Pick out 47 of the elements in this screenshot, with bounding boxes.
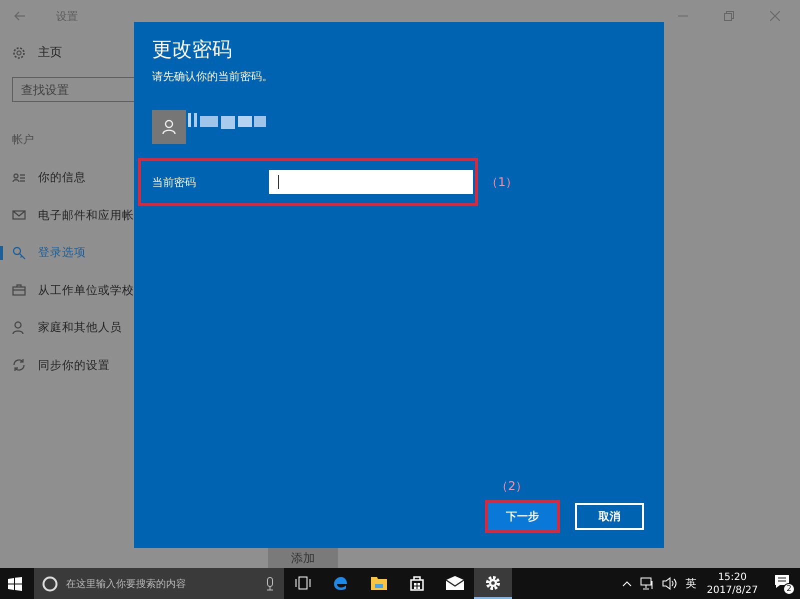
search-placeholder: 在这里输入你要搜索的内容 [66,578,187,590]
sync-icon [12,358,26,372]
section-heading: 帐户 [12,132,35,147]
cancel-button[interactable]: 取消 [575,503,644,530]
key-icon [12,246,26,260]
task-view-icon [295,576,311,590]
notification-count: 2 [783,582,795,594]
annotation-label: （1） [486,174,518,190]
nav-item[interactable]: 同步你的设置 [38,358,110,373]
nav-item[interactable]: 家庭和其他人员 [38,320,122,336]
field-label: 当前密码 [152,174,197,190]
chevron-up-icon[interactable] [622,580,632,586]
language-indicator[interactable]: 英 [686,576,697,591]
envelope-icon [446,576,464,590]
browser-e-icon [333,574,349,590]
taskbar-search-field[interactable]: 在这里输入你要搜索的内容 [34,568,284,599]
microphone-icon[interactable] [266,576,274,590]
notification-button[interactable]: 2 [774,574,792,594]
shopping-bag-icon [410,574,424,590]
home-link[interactable]: 主页 [38,44,62,61]
dialog-subtitle: 请先确认你的当前密码。 [152,69,274,84]
person-list-icon [12,170,26,185]
nav-item[interactable]: 电子邮件和应用帐 [38,208,134,223]
nav-item[interactable]: 从工作单位或学校 [38,282,134,298]
add-button[interactable]: 添加 [268,548,338,568]
windows-start-icon[interactable] [8,576,22,590]
annotation-label: （2） [496,478,529,495]
gear-icon [12,46,26,60]
nav-item[interactable]: 你的信息 [38,170,86,186]
network-icon[interactable] [640,577,654,590]
gear-icon [485,574,501,590]
password-field[interactable] [269,170,473,194]
search-field[interactable]: 查找设置 [12,77,134,102]
time-text: 15:20 [718,570,747,584]
selection-indicator [0,246,3,260]
folder-icon [371,576,387,590]
next-button[interactable]: 下一步 [488,503,557,530]
speaker-icon[interactable] [662,577,678,590]
mail-icon [12,208,26,222]
clock[interactable]: 15:20 2017/8/27 [706,570,758,596]
briefcase-icon [12,283,26,298]
circle-icon [42,576,58,592]
settings-taskbar-button[interactable] [474,568,512,599]
date-text: 2017/8/27 [706,584,758,596]
dialog-title: 更改密码 [152,36,233,63]
person-icon [162,119,176,135]
person-icon [12,320,26,335]
